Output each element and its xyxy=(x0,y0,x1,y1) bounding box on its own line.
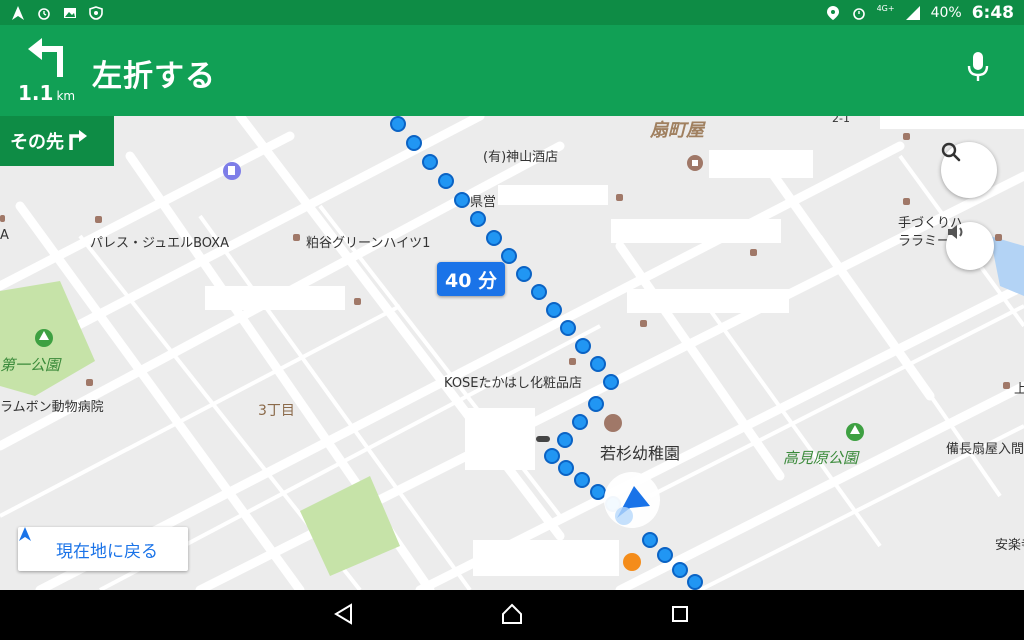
navigation-icon xyxy=(10,5,26,21)
route-eta-badge[interactable]: 40 分 xyxy=(437,262,505,296)
recents-icon xyxy=(670,604,690,628)
location-icon xyxy=(825,5,841,21)
map-label-park-2[interactable]: 高見原公園 xyxy=(783,447,858,468)
map-label-kindergarten[interactable]: 若杉幼稚園 xyxy=(600,440,680,464)
map-label-heights[interactable]: 粕谷グリーンハイツ1 xyxy=(306,232,430,251)
distance-value: 1.1 xyxy=(18,81,54,105)
redacted-box xyxy=(627,289,789,313)
system-nav-bar xyxy=(0,590,1024,640)
redacted-box xyxy=(880,116,1024,129)
next-turn-box[interactable]: その先 xyxy=(0,116,114,166)
distance-readout: 1.1 km xyxy=(18,81,75,105)
map-label-a: A xyxy=(0,228,9,243)
map-label-bincho[interactable]: 備長扇屋入間 xyxy=(946,438,1024,457)
home-icon xyxy=(501,603,523,629)
turn-right-icon xyxy=(68,128,88,155)
map-label-prefectural[interactable]: 県営 xyxy=(470,191,496,210)
status-right: 4G+ 40% 6:48 xyxy=(825,3,1014,23)
alarm-icon xyxy=(36,5,52,21)
clock: 6:48 xyxy=(971,2,1014,23)
status-bar: 4G+ 40% 6:48 xyxy=(0,0,1024,25)
image-icon xyxy=(62,5,78,21)
back-icon xyxy=(333,603,355,629)
map-label-shop[interactable]: (有)神山酒店 xyxy=(483,146,558,165)
network-type: 4G+ xyxy=(876,4,895,13)
map-label-palace[interactable]: パレス・ジュエルBOXA xyxy=(90,232,229,251)
map-label-kami: 上 xyxy=(1014,382,1024,397)
map-label-ougiya: 扇町屋 xyxy=(650,120,704,141)
map-label-cosmetics[interactable]: KOSEたかはし化粧品店 xyxy=(444,372,582,391)
search-button[interactable] xyxy=(941,142,997,198)
map-label-anraku[interactable]: 安楽寺 xyxy=(995,534,1024,553)
map-label-park-1[interactable]: 第一公園 xyxy=(0,354,60,375)
redacted-box xyxy=(465,408,535,470)
map-view[interactable]: (有)神山酒店 県営 パレス・ジュエルBOXA A 粕谷グリーンハイツ1 第一公… xyxy=(0,112,1024,590)
recenter-button[interactable]: 現在地に戻る xyxy=(18,527,188,571)
distance-unit: km xyxy=(56,89,76,103)
redacted-box xyxy=(611,219,781,243)
microphone-icon xyxy=(967,52,989,86)
map-label-laramie[interactable]: ララミー xyxy=(898,230,950,249)
battery-level: 40% xyxy=(930,4,962,21)
redacted-box xyxy=(473,540,619,576)
back-button[interactable] xyxy=(332,603,356,629)
redacted-box xyxy=(709,150,813,178)
turn-left-icon xyxy=(26,35,66,77)
map-label-vet[interactable]: ラムボン動物病院 xyxy=(0,396,104,415)
turn-instruction: 左折する xyxy=(92,59,216,94)
map-label-district: 3丁目 xyxy=(258,403,295,419)
recenter-label: 現在地に戻る xyxy=(56,541,158,562)
signal-icon xyxy=(905,5,921,21)
redacted-box xyxy=(205,286,345,310)
shield-icon xyxy=(88,5,104,21)
microphone-button[interactable] xyxy=(958,49,998,89)
navigation-header[interactable]: 1.1 km 左折する xyxy=(0,25,1024,116)
redacted-box xyxy=(498,185,608,205)
status-left xyxy=(10,5,104,21)
home-button[interactable] xyxy=(500,603,524,629)
sound-button[interactable] xyxy=(946,222,994,270)
then-label: その先 xyxy=(10,132,64,153)
alarm-icon xyxy=(851,5,867,21)
recents-button[interactable] xyxy=(668,604,692,628)
